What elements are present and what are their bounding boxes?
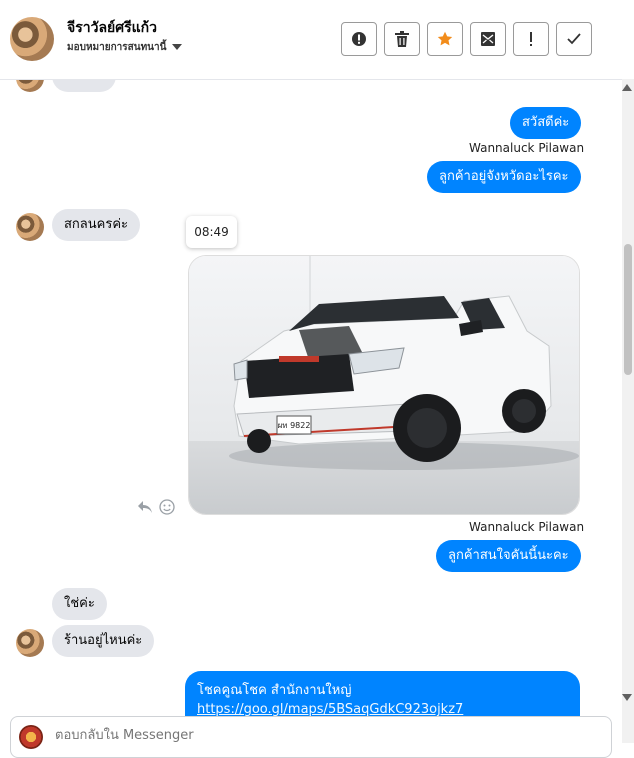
contact-name[interactable]: จีราวัลย์ศรีแก้ว (67, 17, 157, 39)
reply-icon[interactable] (137, 500, 153, 514)
mark-unread-button[interactable] (470, 22, 506, 56)
sender-name: Wannaluck Pilawan (469, 141, 585, 155)
page-logo-icon (19, 725, 43, 749)
scroll-up-arrow-icon[interactable] (622, 84, 632, 91)
photo-attachment[interactable]: ผท 9822 (188, 255, 580, 515)
outgoing-message: ลูกค้าอยู่จังหวัดอะไรคะ (427, 161, 581, 193)
star-icon (437, 31, 453, 46)
incoming-message: ใช่ค่ะ (52, 588, 107, 620)
contact-avatar[interactable] (10, 17, 54, 61)
link-title: โชคคูณโชค สำนักงานใหญ่ (197, 683, 352, 698)
star-button[interactable] (427, 22, 463, 56)
incoming-message: สกลนครค่ะ (52, 209, 141, 241)
sender-name: Wannaluck Pilawan (469, 520, 585, 534)
alert-icon (352, 32, 366, 46)
check-icon (567, 33, 581, 45)
contact-avatar-small (16, 213, 44, 241)
reply-composer (10, 716, 612, 758)
exclamation-icon (530, 32, 532, 46)
assign-label: มอบหมายการสนทนานี้ (67, 42, 167, 53)
outgoing-link-message[interactable]: โชคคูณโชค สำนักงานใหญ่ https://goo.gl/ma… (185, 671, 580, 716)
incoming-message: ร้านอยู่ไหนค่ะ (52, 625, 155, 657)
assign-conversation-dropdown[interactable]: มอบหมายการสนทนานี้ (67, 40, 183, 55)
outgoing-message: ลูกค้าสนใจคันนี้นะคะ (436, 540, 581, 572)
license-plate-text: ผท 9822 (278, 421, 311, 430)
message-actions (137, 499, 175, 515)
follow-up-button[interactable] (513, 22, 549, 56)
done-button[interactable] (556, 22, 592, 56)
caret-down-icon (172, 44, 183, 50)
scrollbar-thumb[interactable] (624, 244, 632, 375)
scroll-down-arrow-icon[interactable] (622, 694, 632, 701)
smiley-icon[interactable] (159, 499, 175, 515)
trash-icon (395, 31, 409, 47)
contact-avatar-small (16, 629, 44, 657)
mark-unread-icon (481, 32, 495, 46)
timestamp-tooltip: 08:49 (186, 216, 237, 248)
message-scrollbar[interactable] (622, 79, 634, 743)
delete-button[interactable] (384, 22, 420, 56)
report-button[interactable] (341, 22, 377, 56)
link-url[interactable]: https://goo.gl/maps/5BSaqGdkC923ojkz7 (197, 702, 568, 716)
outgoing-message: สวัสดีค่ะ (510, 107, 582, 139)
conversation-header: จีราวัลย์ศรีแก้ว มอบหมายการสนทนานี้ (0, 0, 622, 80)
reply-input[interactable] (53, 727, 577, 744)
pickup-truck-image: ผท 9822 (189, 256, 579, 514)
